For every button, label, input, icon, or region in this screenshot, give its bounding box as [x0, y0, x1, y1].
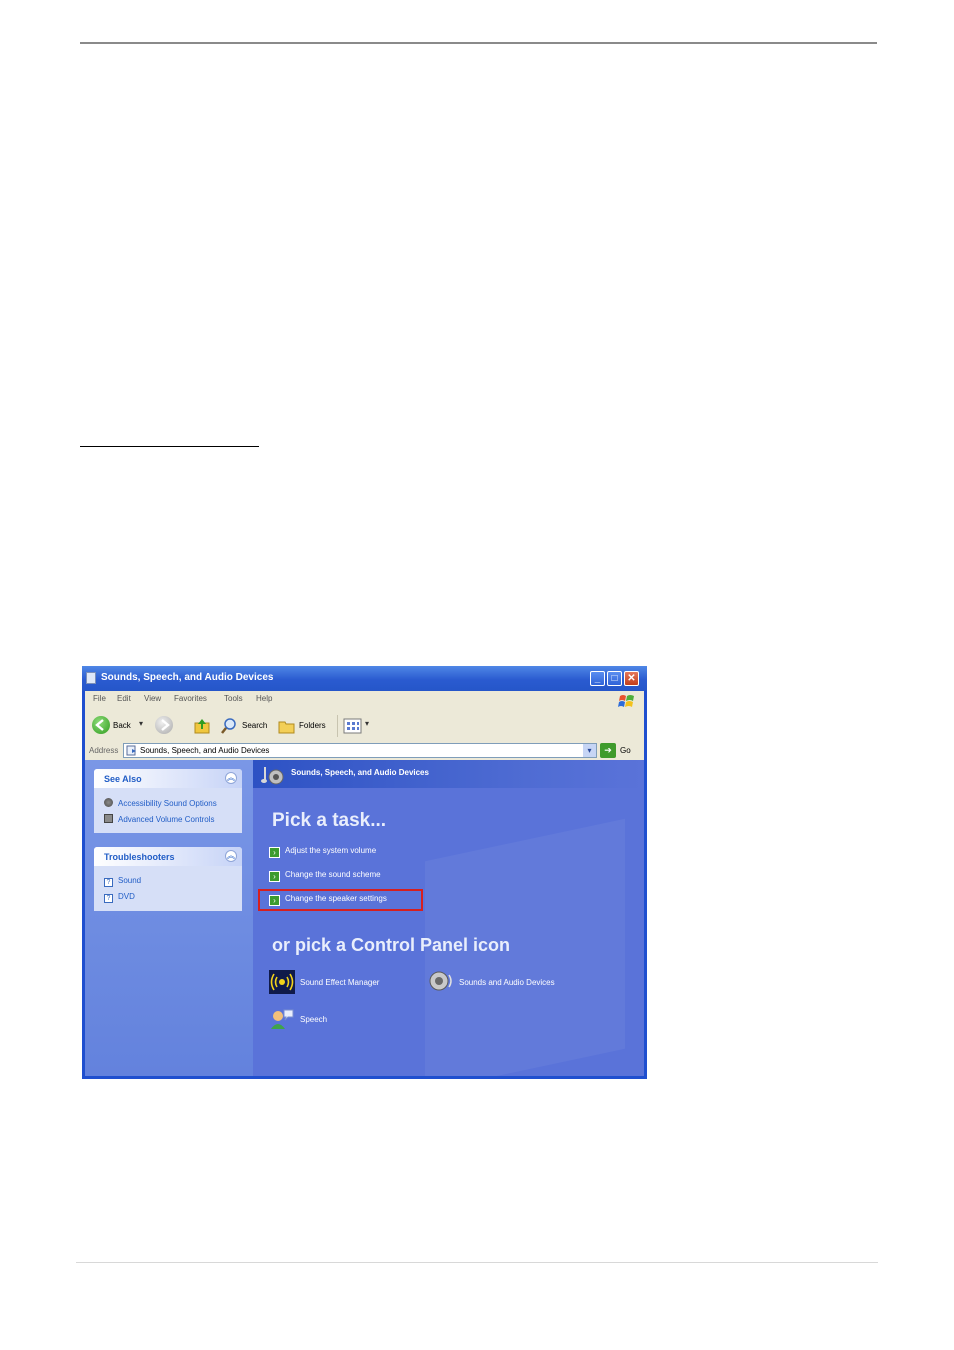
collapse-chevron-icon[interactable]: ︽	[225, 850, 237, 862]
pick-icon-heading: or pick a Control Panel icon	[272, 935, 511, 955]
sound-effect-manager-icon	[269, 970, 295, 994]
task-label: Change the sound scheme	[285, 870, 381, 879]
go-button-label[interactable]: Go	[620, 746, 631, 755]
windows-logo-icon	[618, 695, 634, 707]
window-frame-right	[644, 691, 647, 1079]
go-arrow-icon[interactable]: ➔	[600, 743, 616, 758]
pick-task-heading: Pick a task...	[272, 810, 387, 831]
see-also-accessibility-link[interactable]: Accessibility Sound Options	[104, 798, 217, 808]
task-arrow-icon: ›	[269, 847, 280, 858]
address-input[interactable]: Sounds, Speech, and Audio Devices ▾	[123, 743, 597, 758]
header-rule	[80, 42, 877, 44]
category-header: Sounds, Speech, and Audio Devices	[253, 760, 644, 788]
main-pane: Sounds, Speech, and Audio Devices Pick a…	[253, 760, 644, 1076]
task-adjust-volume-link[interactable]: › Adjust the system volume	[269, 846, 376, 858]
back-dropdown-icon[interactable]: ▾	[139, 719, 143, 728]
up-folder-icon[interactable]	[193, 717, 211, 735]
control-panel-icon	[126, 745, 136, 756]
back-button-label[interactable]: Back	[113, 721, 131, 730]
window-icon	[86, 672, 96, 684]
menu-view[interactable]: View	[144, 694, 161, 703]
menu-help[interactable]: Help	[256, 694, 272, 703]
toolbar-separator	[337, 715, 338, 737]
troubleshooter-sound-link[interactable]: ? Sound	[104, 876, 141, 887]
maximize-button[interactable]: □	[607, 671, 622, 686]
troubleshooters-header[interactable]: Troubleshooters ︽	[94, 847, 242, 866]
search-button-label[interactable]: Search	[242, 721, 267, 730]
help-icon: ?	[104, 894, 113, 903]
menu-bar: File Edit View Favorites Tools Help	[85, 691, 644, 712]
window-title: Sounds, Speech, and Audio Devices	[101, 672, 274, 683]
volume-control-icon	[104, 814, 113, 823]
speech-icon	[271, 1009, 294, 1029]
category-title: Sounds, Speech, and Audio Devices	[291, 768, 429, 777]
menu-file[interactable]: File	[93, 694, 106, 703]
forward-arrow-icon[interactable]	[155, 716, 173, 734]
task-sound-scheme-link[interactable]: › Change the sound scheme	[269, 870, 381, 882]
icon-label: Speech	[300, 1015, 328, 1024]
underlined-blank	[80, 446, 259, 447]
speaker-icon	[429, 971, 452, 991]
collapse-chevron-icon[interactable]: ︽	[225, 772, 237, 784]
see-also-item-label: Accessibility Sound Options	[118, 799, 217, 808]
window-frame-bottom	[82, 1076, 647, 1079]
menu-tools[interactable]: Tools	[224, 694, 243, 703]
troubleshooter-dvd-link[interactable]: ? DVD	[104, 892, 135, 903]
see-also-title: See Also	[104, 774, 142, 784]
address-dropdown-icon[interactable]: ▾	[583, 744, 596, 757]
icon-label: Sounds and Audio Devices	[459, 978, 555, 987]
highlight-box	[258, 889, 423, 911]
sounds-category-icon	[261, 767, 284, 785]
toolbar: Back ▾ Search Folders ▾	[85, 711, 644, 742]
task-sidebar: See Also ︽ Accessibility Sound Options A…	[85, 760, 253, 1076]
see-also-panel: See Also ︽ Accessibility Sound Options A…	[94, 769, 242, 833]
views-icon[interactable]	[343, 718, 363, 734]
task-arrow-icon: ›	[269, 871, 280, 882]
address-label: Address	[89, 746, 119, 755]
troubleshooters-panel: Troubleshooters ︽ ? Sound ? DVD	[94, 847, 242, 911]
task-label: Adjust the system volume	[285, 846, 377, 855]
help-icon: ?	[104, 878, 113, 887]
menu-edit[interactable]: Edit	[117, 694, 131, 703]
minimize-button[interactable]: _	[590, 671, 605, 686]
folders-button-label[interactable]: Folders	[299, 721, 326, 730]
accessibility-icon	[104, 798, 113, 807]
icon-label: Sound Effect Manager	[300, 978, 380, 987]
folders-icon[interactable]	[278, 718, 296, 734]
window-content: See Also ︽ Accessibility Sound Options A…	[85, 760, 644, 1076]
search-icon[interactable]	[220, 717, 238, 735]
title-bar[interactable]: Sounds, Speech, and Audio Devices _ □ ✕	[82, 666, 647, 691]
troubleshooters-title: Troubleshooters	[104, 852, 175, 862]
address-value: Sounds, Speech, and Audio Devices	[140, 746, 270, 755]
address-bar: Address Sounds, Speech, and Audio Device…	[85, 741, 644, 760]
footer-rule	[76, 1262, 878, 1263]
views-dropdown-icon[interactable]: ▾	[365, 719, 369, 728]
menu-favorites[interactable]: Favorites	[174, 694, 207, 703]
back-arrow-icon[interactable]	[92, 716, 110, 734]
see-also-header[interactable]: See Also ︽	[94, 769, 242, 788]
troubleshooter-item-label: DVD	[118, 892, 135, 901]
see-also-item-label: Advanced Volume Controls	[118, 815, 215, 824]
close-button[interactable]: ✕	[624, 671, 639, 686]
explorer-window: Sounds, Speech, and Audio Devices _ □ ✕ …	[82, 666, 647, 1079]
see-also-volume-link[interactable]: Advanced Volume Controls	[104, 814, 215, 824]
troubleshooter-item-label: Sound	[118, 876, 142, 885]
